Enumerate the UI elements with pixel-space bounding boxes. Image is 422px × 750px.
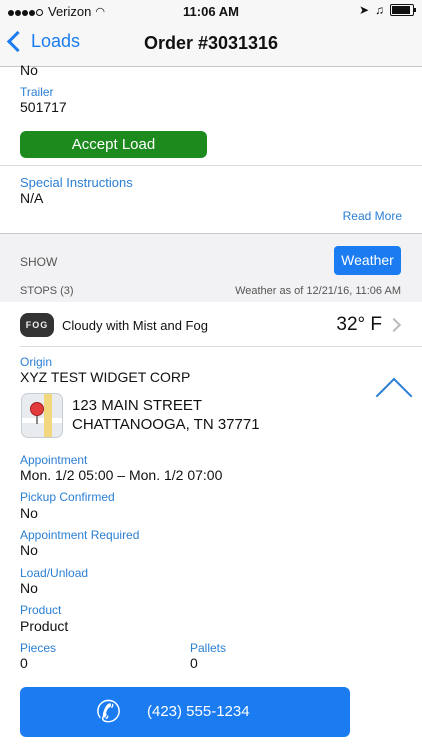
divider [20, 346, 422, 347]
appointment-required-value: No [20, 542, 38, 558]
appointment-value: Mon. 1/2 05:00 – Mon. 1/2 07:00 [20, 467, 223, 483]
show-label: SHOW [20, 255, 58, 269]
status-bar: Verizon ◠ 11:06 AM ➤ ♫ [0, 0, 422, 22]
origin-label: Origin [20, 355, 53, 369]
stops-count: STOPS (3) [20, 285, 74, 297]
address-line1: 123 MAIN STREET [72, 397, 203, 414]
page-title: Order #3031316 [143, 33, 279, 53]
previous-field-value: No [20, 62, 38, 78]
status-right: ➤ ♫ [358, 3, 416, 17]
load-unload-label: Load/Unload [20, 566, 89, 580]
call-button[interactable]: ✆ (423) 555-1234 [20, 687, 350, 737]
temperature: 32° F [336, 314, 382, 335]
pallets-label: Pallets [190, 641, 227, 655]
pallets-value: 0 [190, 655, 198, 671]
location-icon: ➤ [358, 3, 369, 17]
product-value: Product [20, 618, 69, 634]
battery-fill [392, 6, 410, 14]
trailer-value: 501717 [20, 99, 67, 115]
map-icon[interactable] [21, 393, 63, 438]
company-name: XYZ TEST WIDGET CORP [20, 369, 191, 385]
battery-icon [390, 4, 416, 16]
address-line2: CHATTANOOGA, TN 37771 [72, 416, 260, 433]
special-instructions-label: Special Instructions [20, 175, 133, 190]
pickup-confirmed-value: No [20, 505, 38, 521]
weather-description: Cloudy with Mist and Fog [62, 318, 208, 333]
read-more-link[interactable]: Read More [343, 209, 402, 223]
pieces-label: Pieces [20, 641, 57, 655]
phone-number: (423) 555-1234 [147, 703, 250, 720]
pieces-value: 0 [20, 655, 28, 671]
headphones-icon: ♫ [375, 3, 384, 17]
appointment-label: Appointment [20, 453, 88, 467]
accept-load-button[interactable]: Accept Load [20, 131, 207, 158]
special-instructions-value: N/A [20, 190, 44, 206]
trailer-label: Trailer [20, 85, 54, 99]
phone-icon: ✆ [96, 696, 122, 729]
appointment-required-label: Appointment Required [20, 528, 140, 542]
divider [0, 233, 422, 234]
fog-icon: FOG [20, 313, 54, 337]
weather-timestamp: Weather as of 12/21/16, 11:06 AM [235, 285, 401, 297]
weather-button[interactable]: Weather [334, 246, 401, 275]
navigation-bar: Loads Order #3031316 [0, 22, 422, 67]
product-label: Product [20, 603, 62, 617]
load-unload-value: No [20, 580, 38, 596]
pickup-confirmed-label: Pickup Confirmed [20, 490, 115, 504]
